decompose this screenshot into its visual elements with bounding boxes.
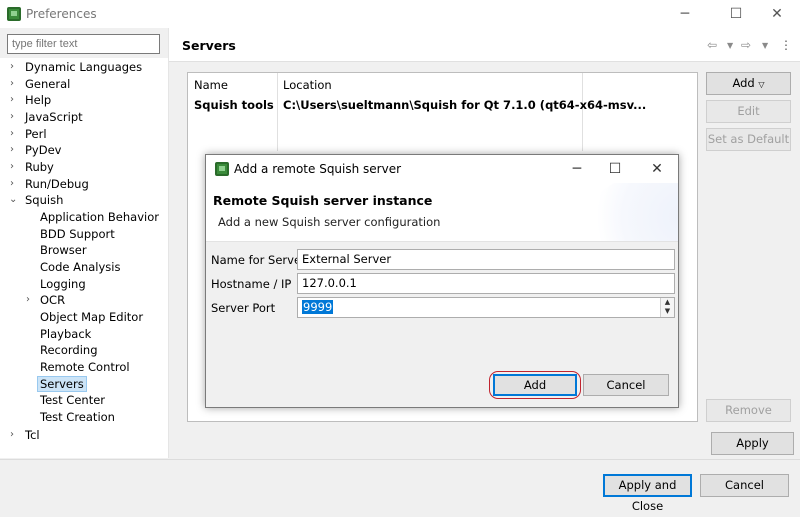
server-port-field[interactable]: 9999 ▲ ▼ — [297, 297, 675, 318]
tree-item-ocr[interactable]: OCR — [40, 292, 65, 308]
maximize-icon[interactable]: ☐ — [596, 155, 634, 183]
tree-item-code-analysis[interactable]: Code Analysis — [40, 259, 120, 275]
column-separator[interactable] — [277, 73, 278, 151]
tree-item-ruby[interactable]: Ruby — [25, 159, 54, 175]
minimize-icon[interactable]: ─ — [662, 0, 708, 28]
chevron-right-icon[interactable]: › — [26, 292, 36, 308]
dialog-header: Remote Squish server instance Add a new … — [206, 183, 678, 242]
tree-item-test-creation[interactable]: Test Creation — [40, 409, 115, 425]
column-header-location[interactable]: Location — [283, 78, 332, 92]
add-server-dialog: Add a remote Squish server ─ ☐ ✕ Remote … — [205, 154, 679, 408]
chevron-right-icon[interactable]: › — [10, 142, 20, 158]
server-name-field[interactable]: External Server — [297, 249, 675, 270]
tree-item-pydev[interactable]: PyDev — [25, 142, 61, 158]
tree-item-bdd-support[interactable]: BDD Support — [40, 226, 115, 242]
port-value: 9999 — [302, 300, 334, 314]
spin-up-icon[interactable]: ▲ — [661, 298, 674, 307]
name-label: Name for Server — [211, 253, 306, 267]
dialog-cancel-button[interactable]: Cancel — [583, 374, 669, 396]
set-default-button[interactable]: Set as Default — [706, 128, 791, 151]
back-arrow-icon[interactable]: ⇦ — [707, 38, 717, 52]
more-menu-icon[interactable]: ⋮ — [780, 38, 792, 52]
minimize-icon[interactable]: ─ — [558, 155, 596, 183]
dialog-add-button[interactable]: Add — [493, 374, 577, 396]
hostname-label: Hostname / IP — [211, 277, 292, 291]
forward-dropdown-icon[interactable]: ▼ — [762, 41, 768, 50]
chevron-right-icon[interactable]: › — [10, 126, 20, 142]
dialog-subtitle: Add a new Squish server configuration — [218, 215, 441, 229]
close-icon[interactable]: ✕ — [754, 0, 800, 28]
tree-item-application-behavior[interactable]: Application Behavior — [40, 209, 159, 225]
chevron-right-icon[interactable]: › — [10, 76, 20, 92]
close-icon[interactable]: ✕ — [638, 155, 676, 183]
spin-down-icon[interactable]: ▼ — [661, 307, 674, 316]
preferences-tree: › Dynamic Languages › General › Help › J… — [0, 58, 168, 458]
filter-input[interactable] — [7, 34, 160, 54]
tree-item-remote-control[interactable]: Remote Control — [40, 359, 130, 375]
apply-and-close-button[interactable]: Apply and Close — [603, 474, 692, 513]
apply-button[interactable]: Apply — [711, 432, 794, 455]
maximize-icon[interactable]: ☐ — [713, 0, 759, 28]
dialog-heading: Remote Squish server instance — [213, 193, 433, 208]
chevron-right-icon[interactable]: › — [10, 92, 20, 108]
remove-server-button[interactable]: Remove — [706, 399, 791, 422]
tree-item-servers[interactable]: Servers — [37, 376, 87, 392]
forward-arrow-icon[interactable]: ⇨ — [741, 38, 751, 52]
dropdown-arrow-icon: ▽ — [758, 80, 765, 89]
tree-item-squish[interactable]: Squish — [25, 192, 63, 208]
app-icon — [7, 7, 21, 21]
page-title: Servers — [182, 38, 236, 53]
chevron-right-icon[interactable]: › — [10, 59, 20, 75]
dialog-titlebar: Add a remote Squish server ─ ☐ ✕ — [206, 155, 678, 183]
table-cell-location[interactable]: C:\Users\sueltmann\Squish for Qt 7.1.0 (… — [283, 98, 646, 112]
cancel-button[interactable]: Cancel — [700, 474, 789, 497]
tree-item-test-center[interactable]: Test Center — [40, 392, 105, 408]
tree-item-browser[interactable]: Browser — [40, 242, 87, 258]
hostname-field[interactable]: 127.0.0.1 — [297, 273, 675, 294]
add-server-button[interactable]: Add ▽ — [706, 72, 791, 95]
tree-item-object-map-editor[interactable]: Object Map Editor — [40, 309, 143, 325]
column-separator[interactable] — [582, 73, 583, 151]
chevron-right-icon[interactable]: › — [10, 176, 20, 192]
port-label: Server Port — [211, 301, 276, 315]
edit-server-button[interactable]: Edit — [706, 100, 791, 123]
chevron-down-icon[interactable]: ⌄ — [9, 192, 19, 208]
app-icon — [215, 162, 229, 176]
tree-item-perl[interactable]: Perl — [25, 126, 47, 142]
tree-item-run-debug[interactable]: Run/Debug — [25, 176, 89, 192]
tree-item-logging[interactable]: Logging — [40, 276, 86, 292]
tree-item-help[interactable]: Help — [25, 92, 51, 108]
header-decoration — [584, 183, 678, 241]
window-title: Preferences — [26, 7, 97, 21]
tree-item-tcl[interactable]: Tcl — [25, 427, 40, 443]
tree-item-playback[interactable]: Playback — [40, 326, 91, 342]
tree-item-javascript[interactable]: JavaScript — [25, 109, 83, 125]
tree-item-dynamic-languages[interactable]: Dynamic Languages — [25, 59, 142, 75]
chevron-right-icon[interactable]: › — [10, 159, 20, 175]
page-header — [169, 28, 800, 62]
tree-item-general[interactable]: General — [25, 76, 70, 92]
column-header-name[interactable]: Name — [194, 78, 228, 92]
tree-item-recording[interactable]: Recording — [40, 342, 98, 358]
port-spinner[interactable]: ▲ ▼ — [660, 298, 674, 317]
window-titlebar: Preferences ─ ☐ ✕ — [0, 0, 800, 28]
back-dropdown-icon[interactable]: ▼ — [727, 41, 733, 50]
chevron-right-icon[interactable]: › — [10, 427, 20, 443]
table-cell-name[interactable]: Squish tools — [194, 98, 274, 112]
chevron-right-icon[interactable]: › — [10, 109, 20, 125]
dialog-title: Add a remote Squish server — [234, 162, 402, 176]
